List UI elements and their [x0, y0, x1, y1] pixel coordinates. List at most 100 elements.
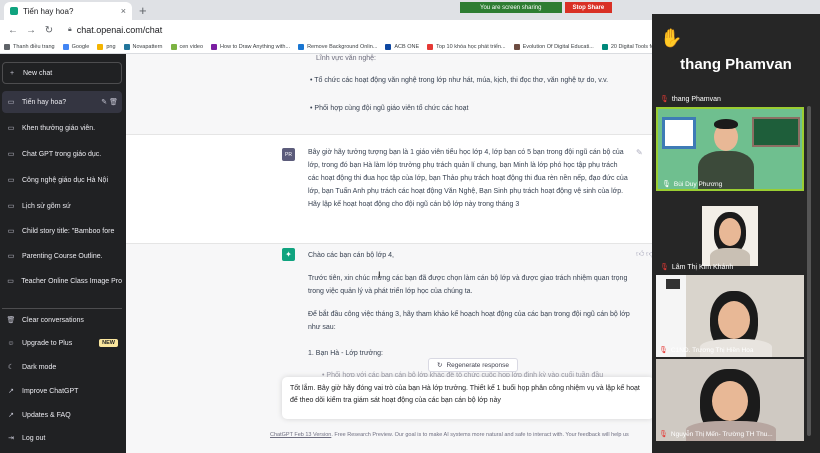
- tools-icon: [601, 43, 608, 50]
- trash-icon: 🗑︎: [6, 317, 16, 324]
- new-chat-button[interactable]: + New chat: [2, 62, 122, 84]
- participant-video-tile[interactable]: [702, 206, 758, 266]
- sidebar-chat-item[interactable]: ▭ Khen thưởng giáo viên.: [2, 117, 122, 139]
- edit-icon[interactable]: ✎: [636, 148, 643, 157]
- person-hair: [714, 119, 738, 129]
- mouse-cursor-icon: I: [378, 270, 381, 280]
- bookmark-item[interactable]: Thanh điều trang: [4, 43, 55, 50]
- participant-scrollbar[interactable]: [807, 106, 811, 436]
- external-link-icon: ↗: [8, 412, 14, 419]
- speaker-device-icon: [666, 279, 680, 289]
- mic-icon: 🎙︎: [662, 181, 671, 188]
- edit-delete-icons[interactable]: ✎ 🗑︎: [101, 98, 118, 106]
- chat-main: Lĩnh vực văn nghệ: • Tổ chức các hoạt độ…: [126, 54, 652, 453]
- reload-icon[interactable]: ↻: [44, 25, 54, 36]
- participant-label: 🎙︎ thang Phamvan: [660, 95, 721, 104]
- previous-bot-message: [126, 54, 652, 134]
- chalkboard-shape: [752, 117, 800, 147]
- sidebar-chat-item[interactable]: ▭ Child story title: "Bamboo fore: [2, 220, 122, 242]
- video-icon: [170, 43, 177, 50]
- wordpress-icon: [123, 43, 130, 50]
- prev-bullet: • Tổ chức các hoạt động văn nghệ trong l…: [310, 77, 609, 84]
- url-field[interactable]: 🔒︎ chat.openai.com/chat: [68, 25, 162, 35]
- sidebar-chat-item[interactable]: ▭ Parenting Course Outline.: [2, 245, 122, 267]
- chat-bubble-icon: ▭: [7, 253, 15, 260]
- chat-bubble-icon: ▭: [7, 278, 14, 285]
- participant-label: 🎙︎ Bùi Duy Phương: [662, 180, 723, 189]
- google-icon: [62, 43, 69, 50]
- url-text: chat.openai.com/chat: [76, 25, 163, 35]
- chat-bubble-icon: ▭: [7, 99, 15, 106]
- new-badge: NEW: [99, 339, 118, 347]
- mic-muted-icon: 🎙︎: [659, 347, 668, 354]
- participant-video-tile[interactable]: 🎙︎ Bùi Duy Phương: [656, 107, 804, 191]
- user-message-text: Bây giờ hãy tưởng tượng bạn là 1 giáo vi…: [308, 149, 628, 208]
- improve-chatgpt-link[interactable]: ↗ Improve ChatGPT: [2, 380, 122, 402]
- sidebar-chat-item[interactable]: ▭ Công nghệ giáo dục Hà Nội: [2, 169, 122, 191]
- bookmark-item[interactable]: Google: [62, 43, 89, 50]
- tab-title: Tiến hay hoa?: [23, 6, 74, 16]
- chat-footer: ChatGPT Feb 13 Version. Free Research Pr…: [270, 432, 629, 438]
- person-head: [712, 381, 748, 421]
- bookmark-item[interactable]: How to Draw Anything with...: [211, 43, 290, 50]
- sharing-indicator: You are screen sharing: [460, 2, 562, 13]
- bookmark-item[interactable]: Evolution Of Digital Educati...: [513, 43, 594, 50]
- person-head: [718, 301, 750, 339]
- chatgpt-favicon-icon: [10, 7, 18, 15]
- stop-share-button[interactable]: Stop Share: [564, 2, 613, 13]
- bookmark-item[interactable]: Novapattern: [123, 43, 163, 50]
- clear-conversations-button[interactable]: 🗑︎ Clear conversations: [2, 309, 122, 331]
- course-icon: [427, 43, 434, 50]
- grid-icon: [4, 43, 10, 50]
- participant-label: 🎙︎ Nguyễn Thị Mến- Trường TH Thu...: [659, 430, 773, 439]
- draw-icon: [211, 43, 218, 50]
- upgrade-to-plus-button[interactable]: ☺ Upgrade to Plus NEW: [2, 332, 122, 354]
- message-input-box[interactable]: Tốt lắm. Bây giờ hãy đóng vai trò của bạ…: [282, 377, 652, 419]
- mic-muted-icon: 🎙︎: [660, 96, 669, 103]
- tab-close-icon[interactable]: ×: [121, 6, 126, 16]
- new-tab-button[interactable]: +: [139, 3, 147, 18]
- bookmark-item[interactable]: cen video: [170, 43, 203, 50]
- dark-mode-button[interactable]: ☾ Dark mode: [2, 356, 122, 378]
- prev-bullet: • Phối hợp cùng đội ngũ giáo viên tổ chứ…: [310, 105, 469, 112]
- chat-bubble-icon: ▭: [7, 151, 15, 158]
- forward-arrow-icon[interactable]: →: [26, 25, 36, 36]
- bookmark-item[interactable]: Top 10 khóa học phát triển...: [427, 43, 506, 50]
- user-avatar: PR: [282, 148, 295, 161]
- sidebar-chat-item-active[interactable]: ▭ Tiến hay hoa? ✎ 🗑︎: [2, 91, 122, 113]
- bot-paragraph: Để bắt đầu công việc tháng 3, hãy tham k…: [308, 311, 630, 331]
- raised-hand-icon: ✋: [660, 28, 683, 48]
- updates-faq-link[interactable]: ↗ Updates & FAQ: [2, 404, 122, 426]
- version-link[interactable]: ChatGPT Feb 13 Version: [270, 432, 331, 438]
- message-input[interactable]: Tốt lắm. Bây giờ hãy đóng vai trò của bạ…: [290, 383, 648, 407]
- user-icon: ☺: [7, 339, 15, 347]
- screen-share-bar: You are screen sharing Stop Share: [460, 2, 613, 13]
- bookmark-item[interactable]: Remove Background Onlin...: [298, 43, 377, 50]
- browser-tab[interactable]: Tiến hay hoa? ×: [4, 2, 132, 20]
- person-head: [719, 218, 741, 246]
- bookmark-item[interactable]: ACB ONE: [385, 43, 419, 50]
- window-shape: [662, 117, 696, 149]
- participant-label: 🎙︎ Lâm Thị Kim Khánh: [660, 263, 734, 272]
- participant-video-tile[interactable]: 🎙︎ C1ND. Trương Thị Hiền Hoa: [656, 275, 804, 357]
- logout-icon: ⇥: [8, 435, 14, 442]
- evolution-icon: [513, 43, 520, 50]
- regenerate-response-button[interactable]: ↻ Regenerate response: [428, 358, 518, 372]
- active-speaker-name: thang Phamvan: [680, 56, 792, 73]
- prev-line: Lĩnh vực văn nghệ:: [316, 55, 376, 62]
- plus-icon: +: [9, 69, 15, 77]
- back-arrow-icon[interactable]: ←: [8, 25, 18, 36]
- sidebar-chat-item[interactable]: ▭ Teacher Online Class Image Pro: [2, 270, 122, 292]
- log-out-button[interactable]: ⇥ Log out: [2, 427, 122, 449]
- sidebar-chat-item[interactable]: ▭ Lịch sử gõm sứ: [2, 195, 122, 217]
- bookmark-item[interactable]: png: [97, 43, 116, 50]
- chat-bubble-icon: ▭: [7, 177, 15, 184]
- bot-greeting: Chào các bạn cán bộ lớp 4,: [308, 252, 394, 259]
- mic-muted-icon: 🎙︎: [659, 431, 668, 438]
- chat-bubble-icon: ▭: [7, 203, 15, 210]
- thumb-up-icon[interactable]: 👍︎: [636, 249, 644, 259]
- chatgpt-avatar-icon: ✦: [282, 248, 295, 261]
- remove-bg-icon: [298, 43, 305, 50]
- participant-video-tile[interactable]: 🎙︎ Nguyễn Thị Mến- Trường TH Thu...: [656, 359, 804, 441]
- sidebar-chat-item[interactable]: ▭ Chat GPT trong giáo dục.: [2, 143, 122, 165]
